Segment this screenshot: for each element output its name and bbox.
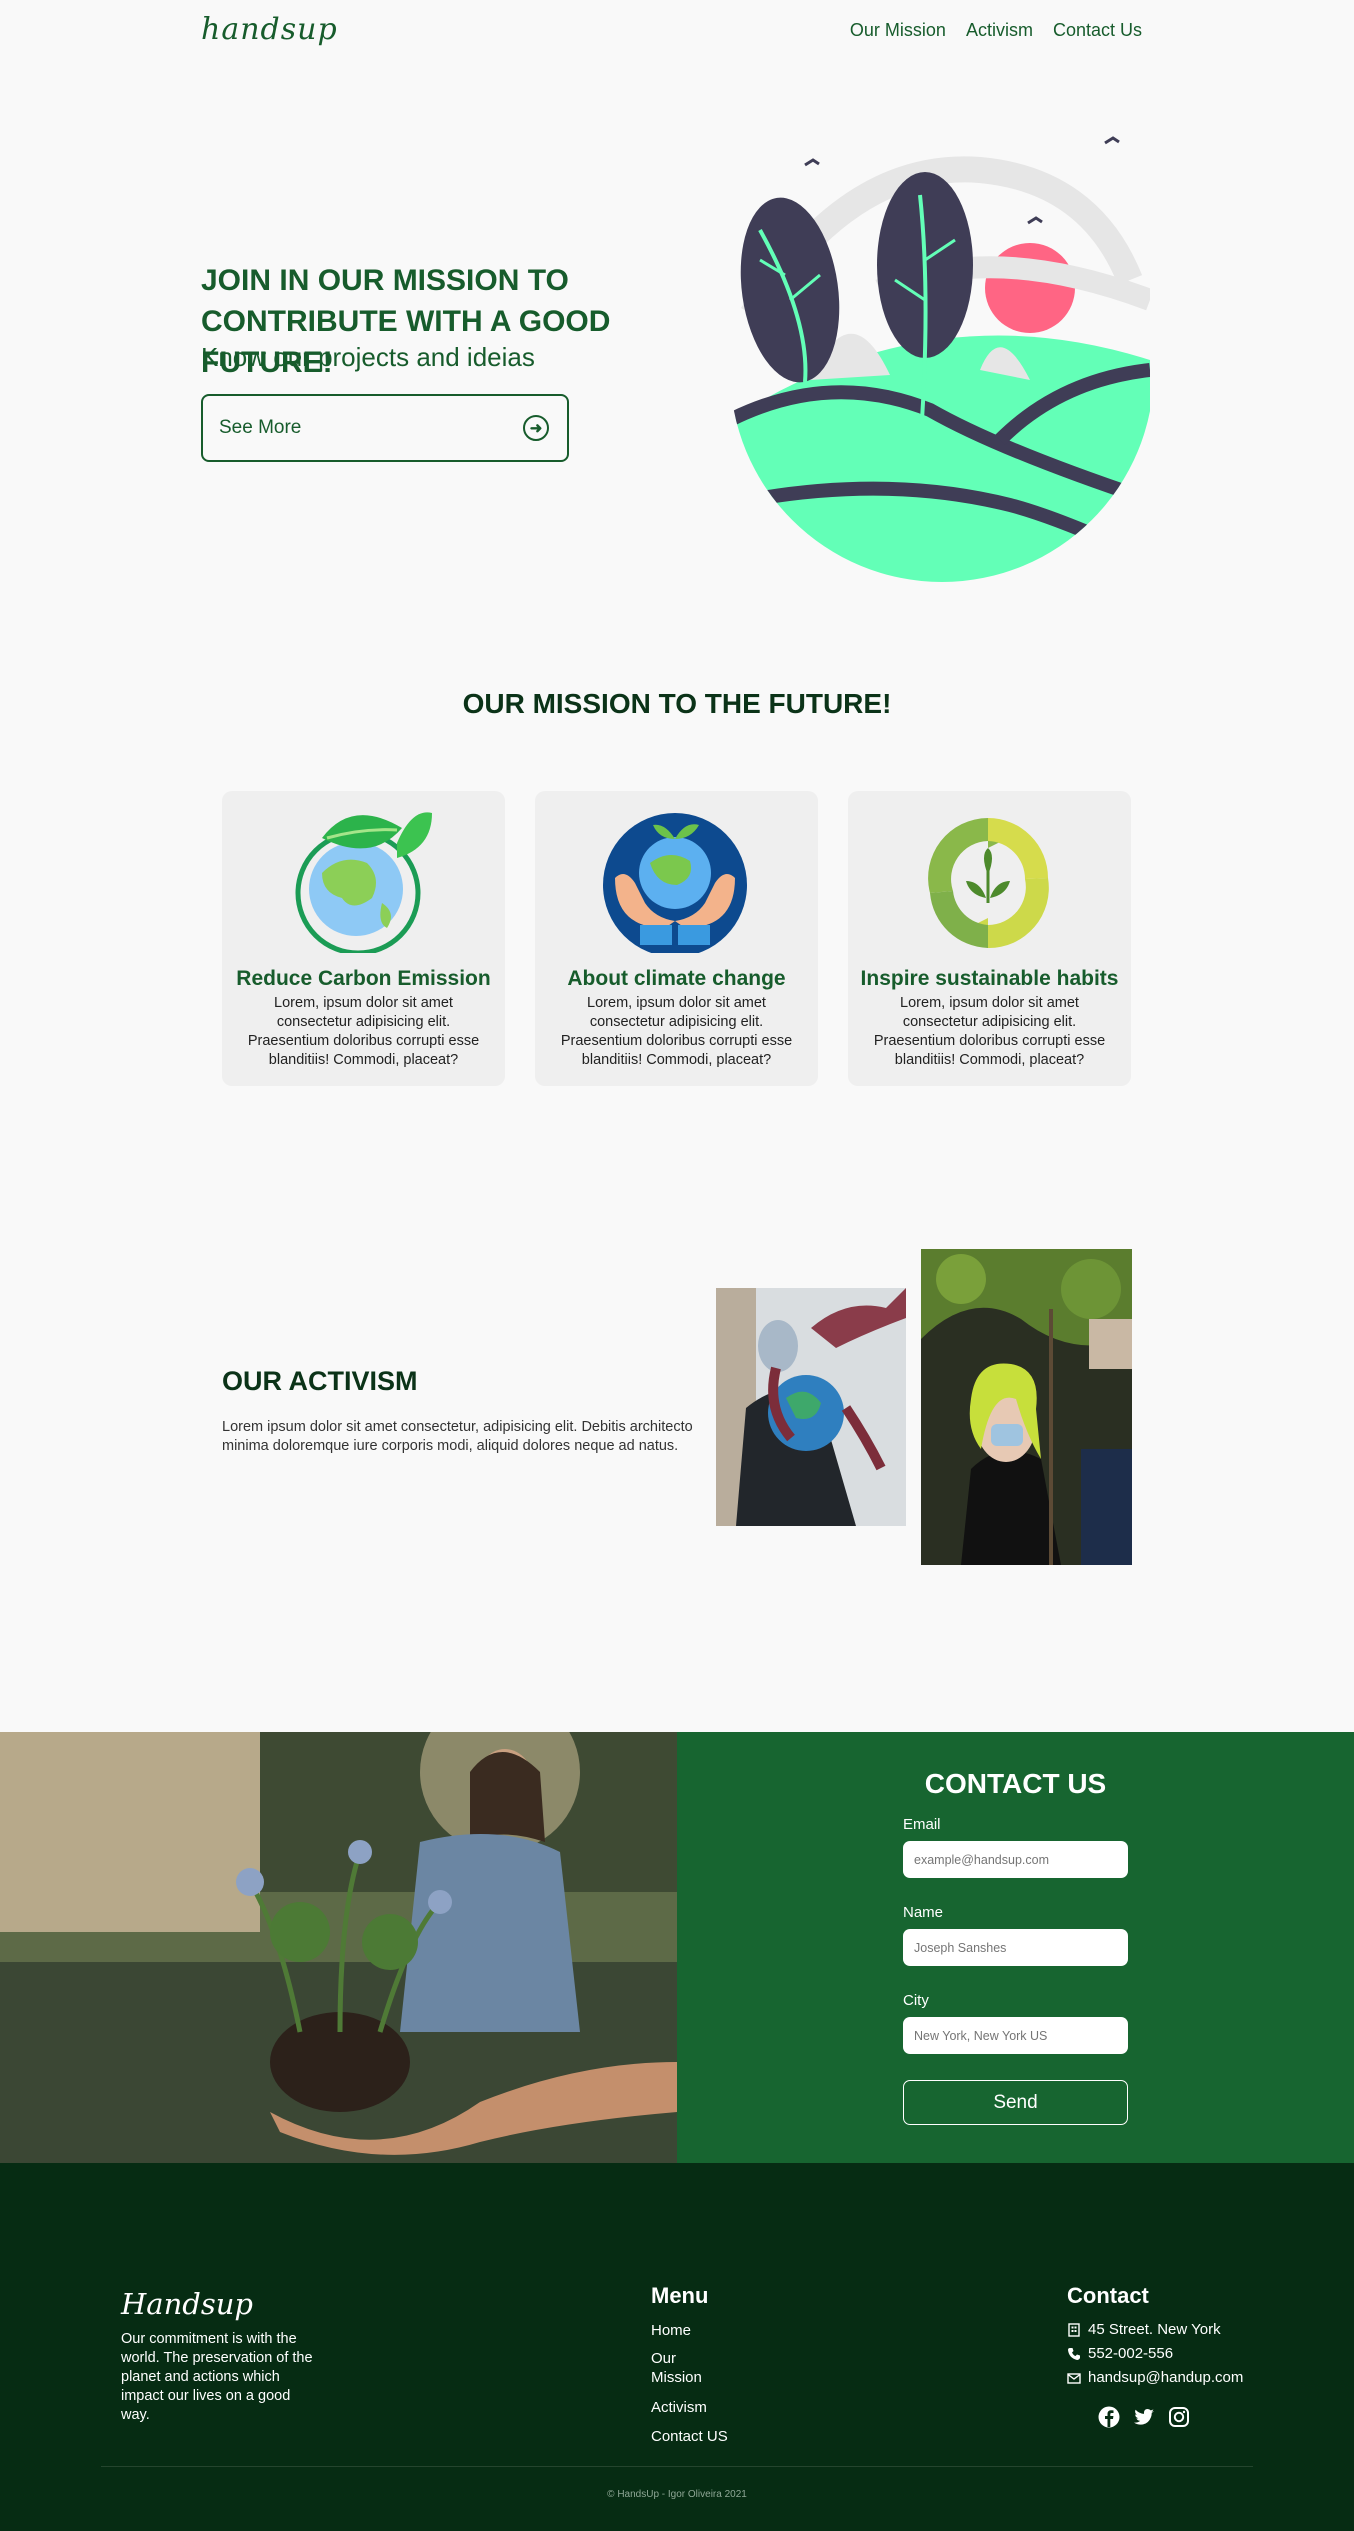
mission-card-sustainable-habits: Inspire sustainable habits Lorem, ipsum … [848,791,1131,1086]
hands-earth-icon [603,813,747,953]
instagram-icon[interactable] [1168,2406,1190,2428]
footer: Handsup Our commitment is with the world… [0,2163,1354,2531]
hero-illustration [730,136,1150,582]
activism-photo-protest [921,1249,1132,1565]
footer-contact-title: Contact [1067,2283,1149,2308]
nav-link-contact-us[interactable]: Contact Us [1053,20,1142,41]
email-label: Email [903,1816,941,1833]
contact-panel: CONTACT US Email Name City Send [677,1732,1354,2163]
nav-links: Our Mission Activism Contact Us [850,20,1142,41]
see-more-button[interactable]: See More ➜ [201,394,569,462]
arrow-right-circle-icon: ➜ [523,415,549,441]
activism-text: Lorem ipsum dolor sit amet consectetur, … [222,1419,693,1454]
name-label: Name [903,1904,944,1921]
contact-photo-plant [0,1732,677,2163]
footer-address: 45 Street. New York [1067,2321,1221,2338]
top-nav: handsup Our Mission Activism Contact Us [0,0,1354,64]
card-text: Lorem, ipsum dolor sit amet consectetur … [560,995,793,1068]
see-more-label: See More [219,417,302,438]
twitter-icon[interactable] [1133,2406,1155,2428]
activism-title: OUR ACTIVISM [222,1366,418,1396]
site-logo[interactable]: handsup [201,12,338,47]
card-title: Reduce Carbon Emission [236,967,491,990]
mail-icon [1067,2372,1081,2384]
footer-phone: 552-002-556 [1067,2345,1173,2362]
footer-email-text: handsup@handup.com [1088,2369,1244,2386]
nav-link-activism[interactable]: Activism [966,20,1033,41]
send-button[interactable]: Send [903,2080,1128,2125]
footer-link-home[interactable]: Home [651,2321,691,2340]
nav-link-our-mission[interactable]: Our Mission [850,20,946,41]
footer-copyright: © HandsUp - Igor Oliveira 2021 [607,2489,747,2500]
footer-about: Our commitment is with the world. The pr… [121,2331,313,2423]
city-label: City [903,1992,929,2009]
facebook-icon[interactable] [1098,2406,1120,2428]
footer-menu-title: Menu [651,2283,709,2308]
card-text: Lorem, ipsum dolor sit amet consectetur … [873,995,1106,1068]
footer-address-text: 45 Street. New York [1088,2321,1221,2338]
footer-link-activism[interactable]: Activism [651,2398,707,2417]
city-field[interactable] [903,2017,1128,2054]
mission-card-reduce-carbon: Reduce Carbon Emission Lorem, ipsum dolo… [222,791,505,1086]
footer-logo[interactable]: Handsup [121,2287,253,2321]
footer-email: handsup@handup.com [1067,2369,1243,2386]
page: handsup Our Mission Activism Contact Us … [0,0,1354,2531]
card-title: About climate change [567,967,786,990]
footer-link-contact-us[interactable]: Contact US [651,2427,728,2446]
hero-subtitle: Know our projects and ideias [201,342,535,372]
earth-leaf-icon [295,812,432,953]
card-title: Inspire sustainable habits [860,967,1119,990]
footer-link-our-mission[interactable]: Our Mission [651,2349,711,2387]
footer-divider [101,2466,1253,2467]
mission-title: OUR MISSION TO THE FUTURE! [462,688,892,719]
building-icon [1068,2322,1080,2337]
activism-photo-globe [716,1288,906,1526]
name-field[interactable] [903,1929,1128,1966]
card-text: Lorem, ipsum dolor sit amet consectetur … [247,995,480,1068]
mission-card-climate-change: About climate change Lorem, ipsum dolor … [535,791,818,1086]
recycle-leaf-icon [928,818,1049,949]
contact-title: CONTACT US [924,1768,1107,1799]
email-field[interactable] [903,1841,1128,1878]
phone-icon [1068,2347,1080,2360]
footer-phone-text: 552-002-556 [1088,2345,1174,2362]
